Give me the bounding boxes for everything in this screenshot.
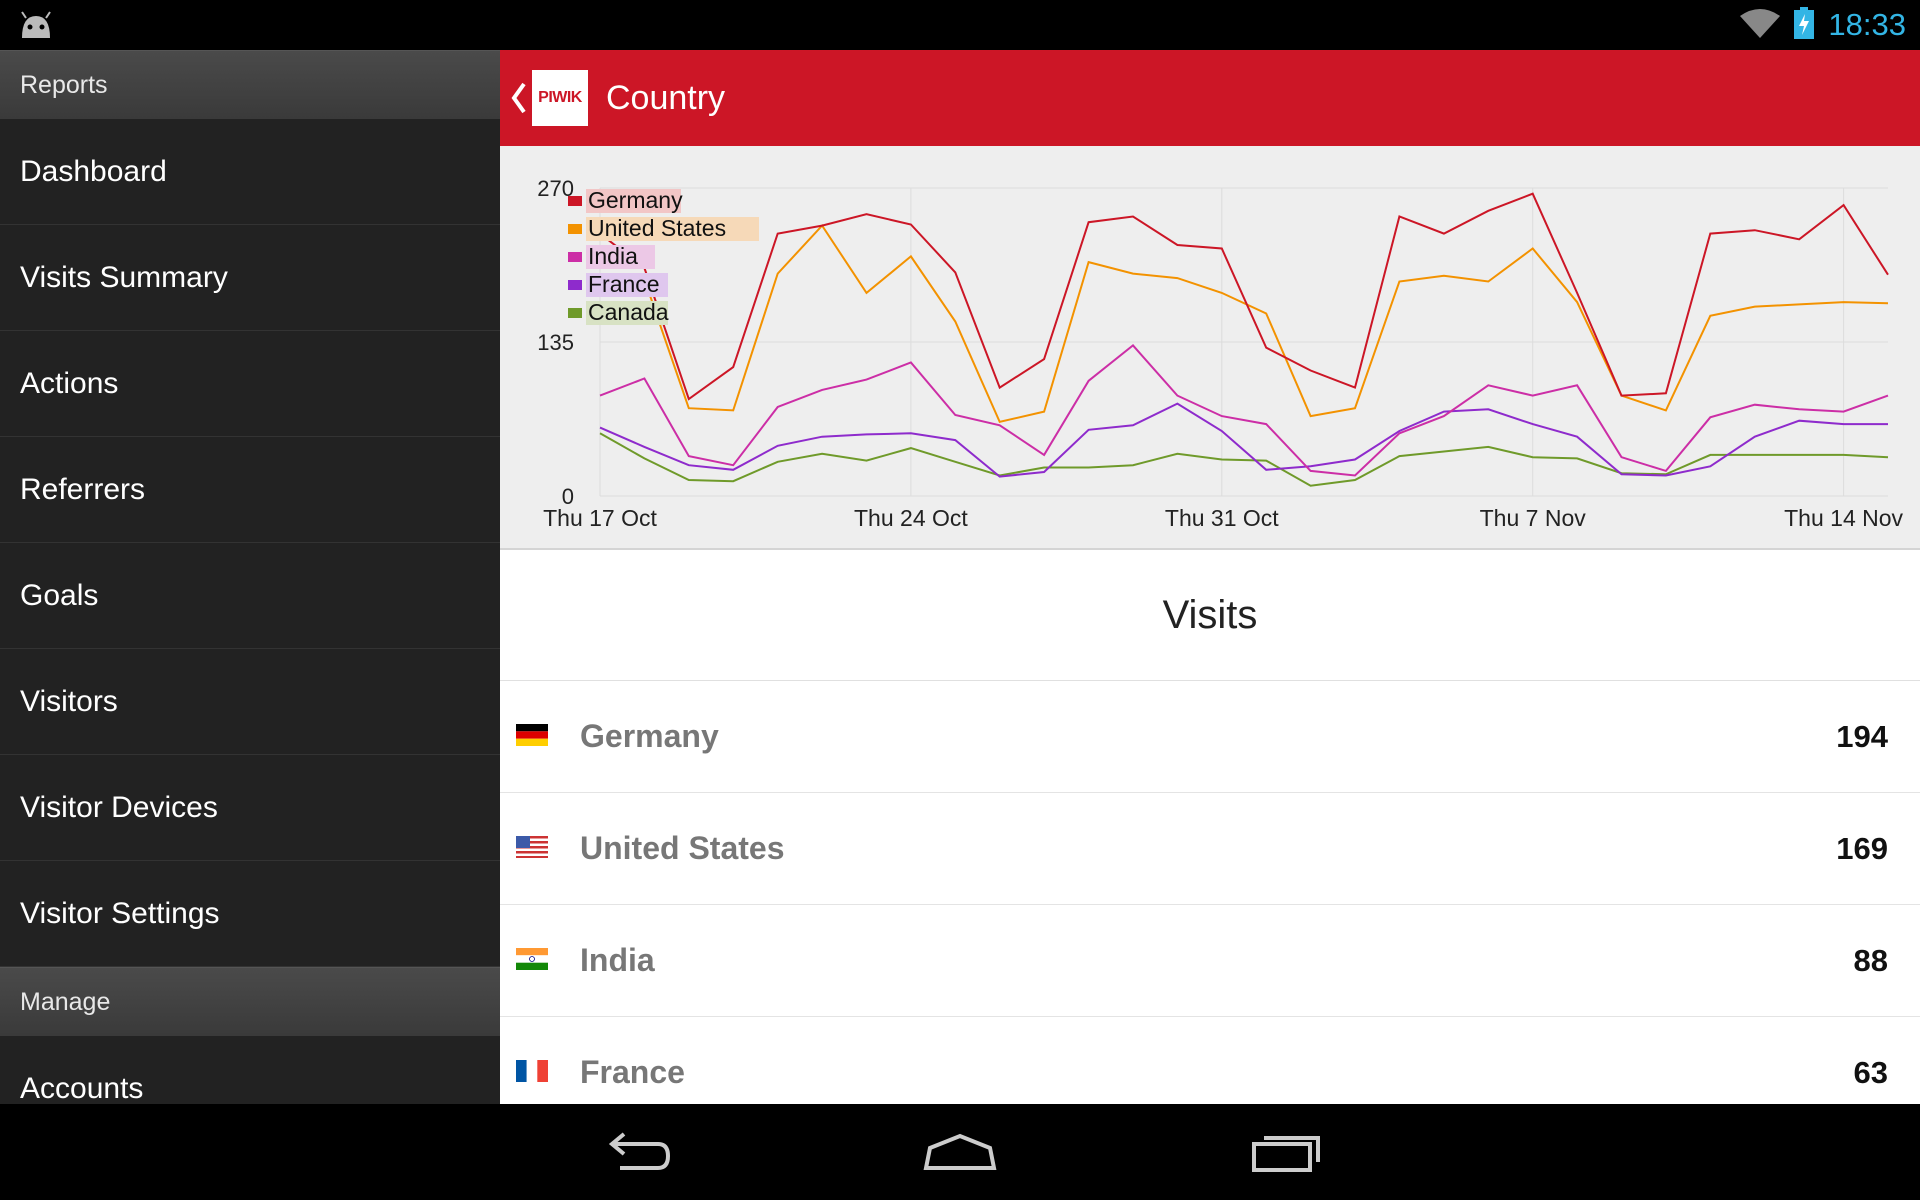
legend-swatch-canada bbox=[568, 308, 582, 318]
legend-label-france: France bbox=[588, 271, 660, 297]
legend-swatch-united-states bbox=[568, 224, 582, 234]
sidebar-item-visits-summary[interactable]: Visits Summary bbox=[0, 225, 500, 331]
visit-count: 88 bbox=[1853, 943, 1888, 978]
status-bar: 18:33 bbox=[0, 0, 1920, 50]
wifi-icon bbox=[1740, 8, 1781, 43]
home-icon[interactable] bbox=[920, 1124, 1000, 1185]
legend-label-germany: Germany bbox=[588, 187, 683, 213]
recents-icon[interactable] bbox=[1248, 1124, 1324, 1185]
sidebar-item-visitor-settings[interactable]: Visitor Settings bbox=[0, 861, 500, 967]
flag-india-icon bbox=[516, 948, 548, 970]
action-bar: PIWIK Country bbox=[500, 50, 1920, 146]
flag-france-icon bbox=[516, 1060, 548, 1082]
x-tick-label: Thu 31 Oct bbox=[1165, 505, 1279, 531]
table-heading: Visits bbox=[500, 550, 1920, 681]
legend-swatch-france bbox=[568, 280, 582, 290]
table-row[interactable]: United States 169 bbox=[500, 793, 1920, 905]
legend-label-united-states: United States bbox=[588, 215, 726, 241]
back-icon[interactable] bbox=[600, 1124, 672, 1185]
battery-charging-icon bbox=[1794, 6, 1815, 44]
y-tick-label: 135 bbox=[537, 330, 574, 355]
series-line-united-states bbox=[600, 223, 1889, 424]
system-nav-bar bbox=[0, 1104, 1920, 1200]
sidebar-item-goals[interactable]: Goals bbox=[0, 543, 500, 649]
country-name: India bbox=[580, 942, 655, 978]
table-row[interactable]: France 63 bbox=[500, 1017, 1920, 1104]
chevron-left-icon[interactable] bbox=[510, 80, 528, 121]
line-chart: 2701350Thu 17 Oct Thu 24 Oct Thu 31 Oct Thu… bbox=[537, 176, 1903, 531]
navigation-drawer: Reports Dashboard Visits Summary Actions… bbox=[0, 50, 500, 1104]
sidebar-item-visitors[interactable]: Visitors bbox=[0, 649, 500, 755]
main-content: PIWIK Country 270 135 0 Thu 17 Oct Thu 24 Oc… bbox=[500, 50, 1920, 1104]
visit-count: 63 bbox=[1853, 1055, 1888, 1090]
status-icons: 18:33 bbox=[1740, 0, 1906, 50]
legend-label-canada: Canada bbox=[588, 299, 669, 325]
series-line-germany bbox=[599, 192, 1889, 401]
series-line-canada bbox=[599, 432, 1889, 487]
series-line-france bbox=[599, 402, 1888, 478]
page-title: Country bbox=[606, 79, 726, 117]
piwik-logo[interactable]: PIWIK bbox=[532, 70, 588, 126]
legend-swatch-germany bbox=[568, 196, 582, 206]
series-line-india bbox=[599, 344, 1889, 477]
sidebar-item-visitor-devices[interactable]: Visitor Devices bbox=[0, 755, 500, 861]
chart-area: 270 135 0 Thu 17 Oct Thu 24 Oct Thu 31 Oct Thu… bbox=[500, 146, 1920, 550]
sidebar-item-actions[interactable]: Actions bbox=[0, 331, 500, 437]
visit-count: 169 bbox=[1836, 831, 1888, 866]
section-header-reports: Reports bbox=[0, 50, 500, 119]
android-icon bbox=[18, 10, 54, 45]
table-row[interactable]: India 88 bbox=[500, 905, 1920, 1017]
flag-germany-icon bbox=[516, 724, 548, 746]
x-tick-label: Thu 17 Oct bbox=[543, 505, 657, 531]
sidebar-item-accounts[interactable]: Accounts bbox=[0, 1036, 500, 1104]
country-name: France bbox=[580, 1054, 685, 1090]
x-tick-label: Thu 24 Oct bbox=[854, 505, 968, 531]
country-list: Germany 194 United States 169 India 88 F… bbox=[500, 681, 1920, 1104]
table-row[interactable]: Germany 194 bbox=[500, 681, 1920, 793]
clock: 18:33 bbox=[1828, 7, 1906, 42]
visit-count: 194 bbox=[1836, 719, 1888, 754]
section-header-manage: Manage bbox=[0, 967, 500, 1036]
flag-usa-icon bbox=[516, 836, 548, 858]
country-name: Germany bbox=[580, 718, 719, 754]
country-name: United States bbox=[580, 830, 785, 866]
sidebar-item-referrers[interactable]: Referrers bbox=[0, 437, 500, 543]
sidebar-item-dashboard[interactable]: Dashboard bbox=[0, 119, 500, 225]
legend-label-india: India bbox=[588, 243, 638, 269]
x-tick-label: Thu 7 Nov bbox=[1480, 505, 1587, 531]
legend-swatch-india bbox=[568, 252, 582, 262]
x-tick-label: Thu 14 Nov bbox=[1784, 505, 1903, 531]
